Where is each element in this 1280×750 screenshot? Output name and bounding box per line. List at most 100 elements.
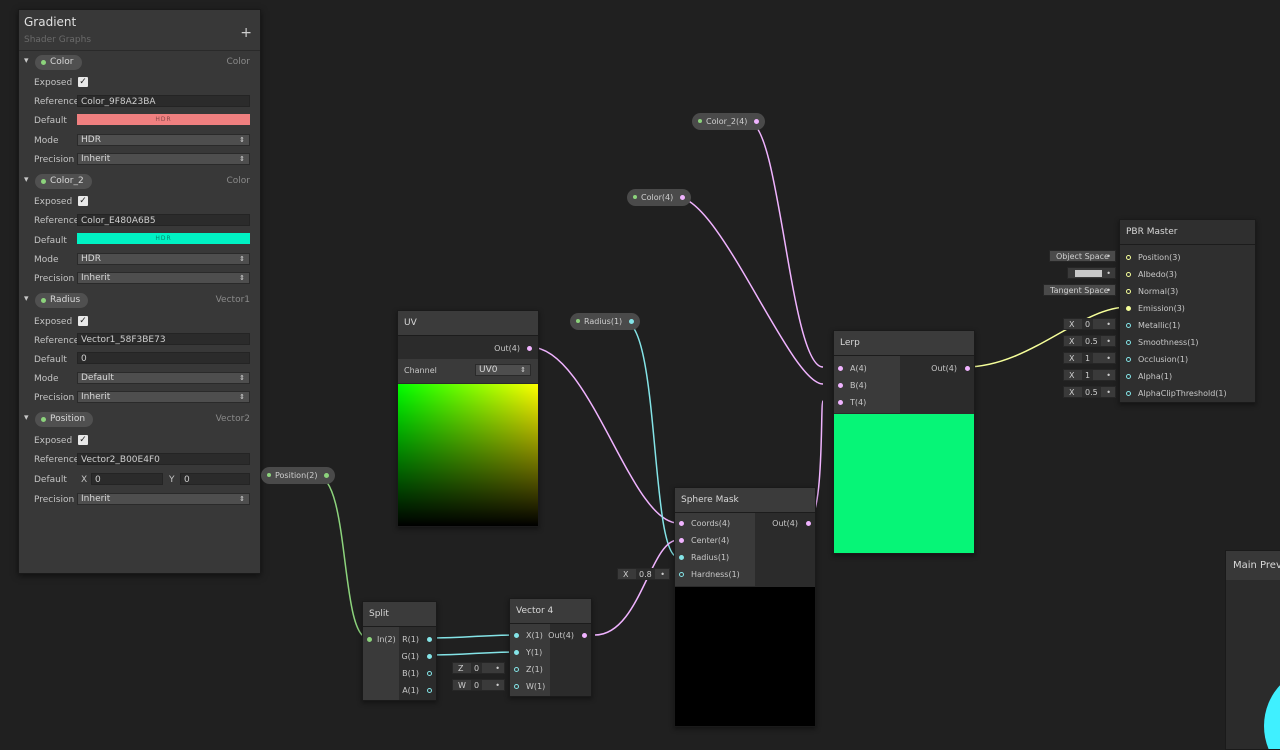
chevron-down-icon[interactable]: ▾ <box>24 56 29 66</box>
pbr-master-node[interactable]: PBR Master Position(3) Albedo(3) Normal(… <box>1119 219 1256 403</box>
w-default-input[interactable]: W 0 • <box>452 679 505 691</box>
alpha-value[interactable]: 1 <box>1082 370 1094 380</box>
input-port-icon[interactable] <box>1126 357 1131 362</box>
input-port-icon[interactable] <box>1126 391 1131 396</box>
metallic-input[interactable]: X 0 • <box>1063 318 1116 330</box>
z-default-input[interactable]: Z 0 • <box>452 662 505 674</box>
input-port-icon[interactable] <box>1126 255 1131 260</box>
chevron-down-icon[interactable]: ▾ <box>24 175 29 185</box>
smoothness-value[interactable]: 0.5 <box>1082 336 1101 346</box>
input-port-icon[interactable] <box>367 637 372 642</box>
occlusion-input[interactable]: X 1 • <box>1063 352 1116 364</box>
output-port-icon[interactable] <box>754 119 760 124</box>
mode-dropdown[interactable]: HDR ⇕ <box>77 134 250 146</box>
exposed-checkbox[interactable]: ✓ <box>78 316 88 326</box>
normal-space-dropdown[interactable]: Tangent Space • <box>1043 284 1116 296</box>
node-header[interactable]: PBR Master <box>1120 220 1255 245</box>
alpha-clip-value[interactable]: 0.5 <box>1082 387 1101 397</box>
node-header[interactable]: Vector 4 <box>510 599 591 624</box>
output-port-icon[interactable] <box>965 366 970 371</box>
channel-dropdown[interactable]: UV0 ⇕ <box>475 364 531 376</box>
position-space-dropdown[interactable]: Object Space • <box>1049 250 1116 262</box>
property-node-position[interactable]: Position(2) <box>261 467 336 484</box>
chevron-down-icon[interactable]: ▾ <box>24 413 29 423</box>
property-node-color2[interactable]: Color_2(4) <box>692 113 766 130</box>
input-port-icon[interactable] <box>679 521 684 526</box>
metallic-value[interactable]: 0 <box>1082 319 1094 329</box>
property-header-position[interactable]: ▾ Position Vector2 <box>19 412 260 428</box>
output-port-icon[interactable] <box>427 671 432 676</box>
default-value-field[interactable]: 0 <box>77 352 250 364</box>
input-port-icon[interactable] <box>1126 374 1131 379</box>
main-preview-panel[interactable]: Main Previe <box>1225 550 1280 750</box>
split-node[interactable]: Split In(2) R(1) G(1) B(1) A(1) <box>362 601 437 701</box>
hardness-default-input[interactable]: X 0.8 • <box>617 568 670 580</box>
property-node-color[interactable]: Color(4) <box>627 189 692 206</box>
w-value[interactable]: 0 <box>471 680 483 690</box>
node-header[interactable]: Sphere Mask <box>675 488 815 513</box>
precision-dropdown[interactable]: Inherit ⇕ <box>77 391 250 403</box>
property-pill-position[interactable]: Position <box>35 412 94 427</box>
node-header[interactable]: Split <box>363 602 436 627</box>
default-x-field[interactable]: 0 <box>91 473 163 485</box>
mode-dropdown[interactable]: Default ⇕ <box>77 372 250 384</box>
lerp-node[interactable]: Lerp A(4) B(4) T(4) Out(4) <box>833 330 975 554</box>
input-port-icon[interactable] <box>679 555 684 560</box>
exposed-checkbox[interactable]: ✓ <box>78 196 88 206</box>
main-preview-header[interactable]: Main Previe <box>1226 551 1280 580</box>
output-port-icon[interactable] <box>582 633 587 638</box>
reference-field[interactable]: Color_E480A6B5 <box>77 214 250 226</box>
alpha-input[interactable]: X 1 • <box>1063 369 1116 381</box>
input-port-icon[interactable] <box>514 667 519 672</box>
albedo-color-input[interactable]: • <box>1067 267 1116 279</box>
input-port-icon[interactable] <box>679 538 684 543</box>
property-pill-radius[interactable]: Radius <box>35 293 89 308</box>
input-port-icon[interactable] <box>1126 340 1131 345</box>
output-port-icon[interactable] <box>427 688 432 693</box>
input-port-icon[interactable] <box>679 572 684 577</box>
node-header[interactable]: UV <box>398 311 538 336</box>
output-port-icon[interactable] <box>680 195 686 200</box>
output-port-icon[interactable] <box>427 637 432 642</box>
reference-field[interactable]: Color_9F8A23BA <box>77 95 250 107</box>
property-node-radius[interactable]: Radius(1) <box>570 313 641 330</box>
property-header-color2[interactable]: ▾ Color_2 Color <box>19 174 260 190</box>
albedo-color-swatch[interactable] <box>1075 270 1102 277</box>
input-port-icon[interactable] <box>514 650 519 655</box>
precision-dropdown[interactable]: Inherit ⇕ <box>77 493 250 505</box>
output-port-icon[interactable] <box>427 654 432 659</box>
reference-field[interactable]: Vector2_B00E4F0 <box>77 453 250 465</box>
mode-dropdown[interactable]: HDR ⇕ <box>77 253 250 265</box>
property-header-color[interactable]: ▾ Color Color <box>19 55 260 71</box>
node-header[interactable]: Lerp <box>834 331 974 356</box>
input-port-icon[interactable] <box>514 633 519 638</box>
reference-field[interactable]: Vector1_58F3BE73 <box>77 333 250 345</box>
sphere-mask-node[interactable]: Sphere Mask Coords(4) Center(4) Radius(1… <box>674 487 816 727</box>
input-port-icon[interactable] <box>1126 272 1131 277</box>
default-color-swatch[interactable]: HDR <box>77 233 250 244</box>
default-color-swatch[interactable]: HDR <box>77 114 250 125</box>
z-value[interactable]: 0 <box>471 663 483 673</box>
add-property-icon[interactable]: + <box>240 25 252 41</box>
input-port-icon[interactable] <box>838 400 843 405</box>
input-port-icon[interactable] <box>838 366 843 371</box>
output-port-icon[interactable] <box>629 319 635 324</box>
property-header-radius[interactable]: ▾ Radius Vector1 <box>19 293 260 309</box>
alpha-clip-input[interactable]: X 0.5 • <box>1063 386 1116 398</box>
chevron-down-icon[interactable]: ▾ <box>24 294 29 304</box>
output-port-icon[interactable] <box>527 346 532 351</box>
precision-dropdown[interactable]: Inherit ⇕ <box>77 272 250 284</box>
uv-node[interactable]: UV Out(4) Channel UV0 ⇕ <box>397 310 539 527</box>
vector4-node[interactable]: Vector 4 X(1) Y(1) Z(1) W(1) Out(4) <box>509 598 592 697</box>
exposed-checkbox[interactable]: ✓ <box>78 77 88 87</box>
hardness-value[interactable]: 0.8 <box>636 569 655 579</box>
input-port-icon[interactable] <box>1126 323 1131 328</box>
property-pill-color2[interactable]: Color_2 <box>35 174 92 189</box>
output-port-icon[interactable] <box>806 521 811 526</box>
occlusion-value[interactable]: 1 <box>1082 353 1094 363</box>
default-y-field[interactable]: 0 <box>180 473 250 485</box>
input-port-icon[interactable] <box>514 684 519 689</box>
input-port-icon[interactable] <box>1126 289 1131 294</box>
smoothness-input[interactable]: X 0.5 • <box>1063 335 1116 347</box>
property-pill-color[interactable]: Color <box>35 55 82 70</box>
